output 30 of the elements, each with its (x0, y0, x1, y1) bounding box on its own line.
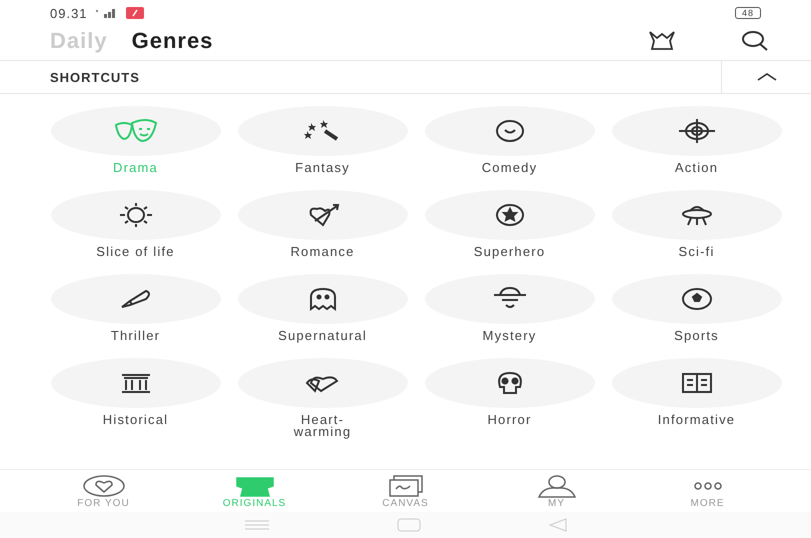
genre-label: Sports (674, 330, 719, 342)
genre-label: Mystery (482, 330, 536, 342)
battery-indicator: 48 (734, 7, 761, 19)
genre-label: Action (674, 162, 718, 174)
nav-tab[interactable]: MY (481, 470, 632, 512)
signal-icon (96, 8, 118, 18)
status-time: 09.31 (50, 6, 88, 20)
genre-label: Romance (290, 246, 355, 258)
crown-icon[interactable] (647, 29, 677, 53)
genre-label: Superhero (474, 246, 546, 258)
nav-tab[interactable]: ORIGINALS (179, 470, 330, 512)
genre-label: Drama (112, 162, 158, 174)
music-app-icon (126, 7, 144, 19)
nav-tab[interactable]: FOR YOU (28, 470, 179, 512)
genre-label: Supernatural (278, 330, 367, 342)
genre-label: Comedy (482, 162, 538, 174)
chevron-icon (756, 72, 776, 82)
genre-label: Horror (487, 414, 532, 426)
genre-label: Sci-fi (678, 246, 715, 258)
genre-label: Historical (102, 414, 168, 426)
section-title: SHORTCUTS (50, 70, 141, 84)
genre-label: Fantasy (295, 162, 350, 174)
genre-label: Thriller (110, 330, 160, 342)
nav-tab[interactable]: CANVAS (330, 470, 481, 512)
search-icon[interactable] (741, 29, 769, 53)
nav-tab[interactable]: MORE (632, 470, 783, 512)
genre-label: Heart- warming (294, 414, 352, 438)
genre-label: Informative (658, 414, 736, 426)
genre-label: Slice of life (96, 246, 175, 258)
header-tab[interactable]: Genres (132, 28, 214, 54)
